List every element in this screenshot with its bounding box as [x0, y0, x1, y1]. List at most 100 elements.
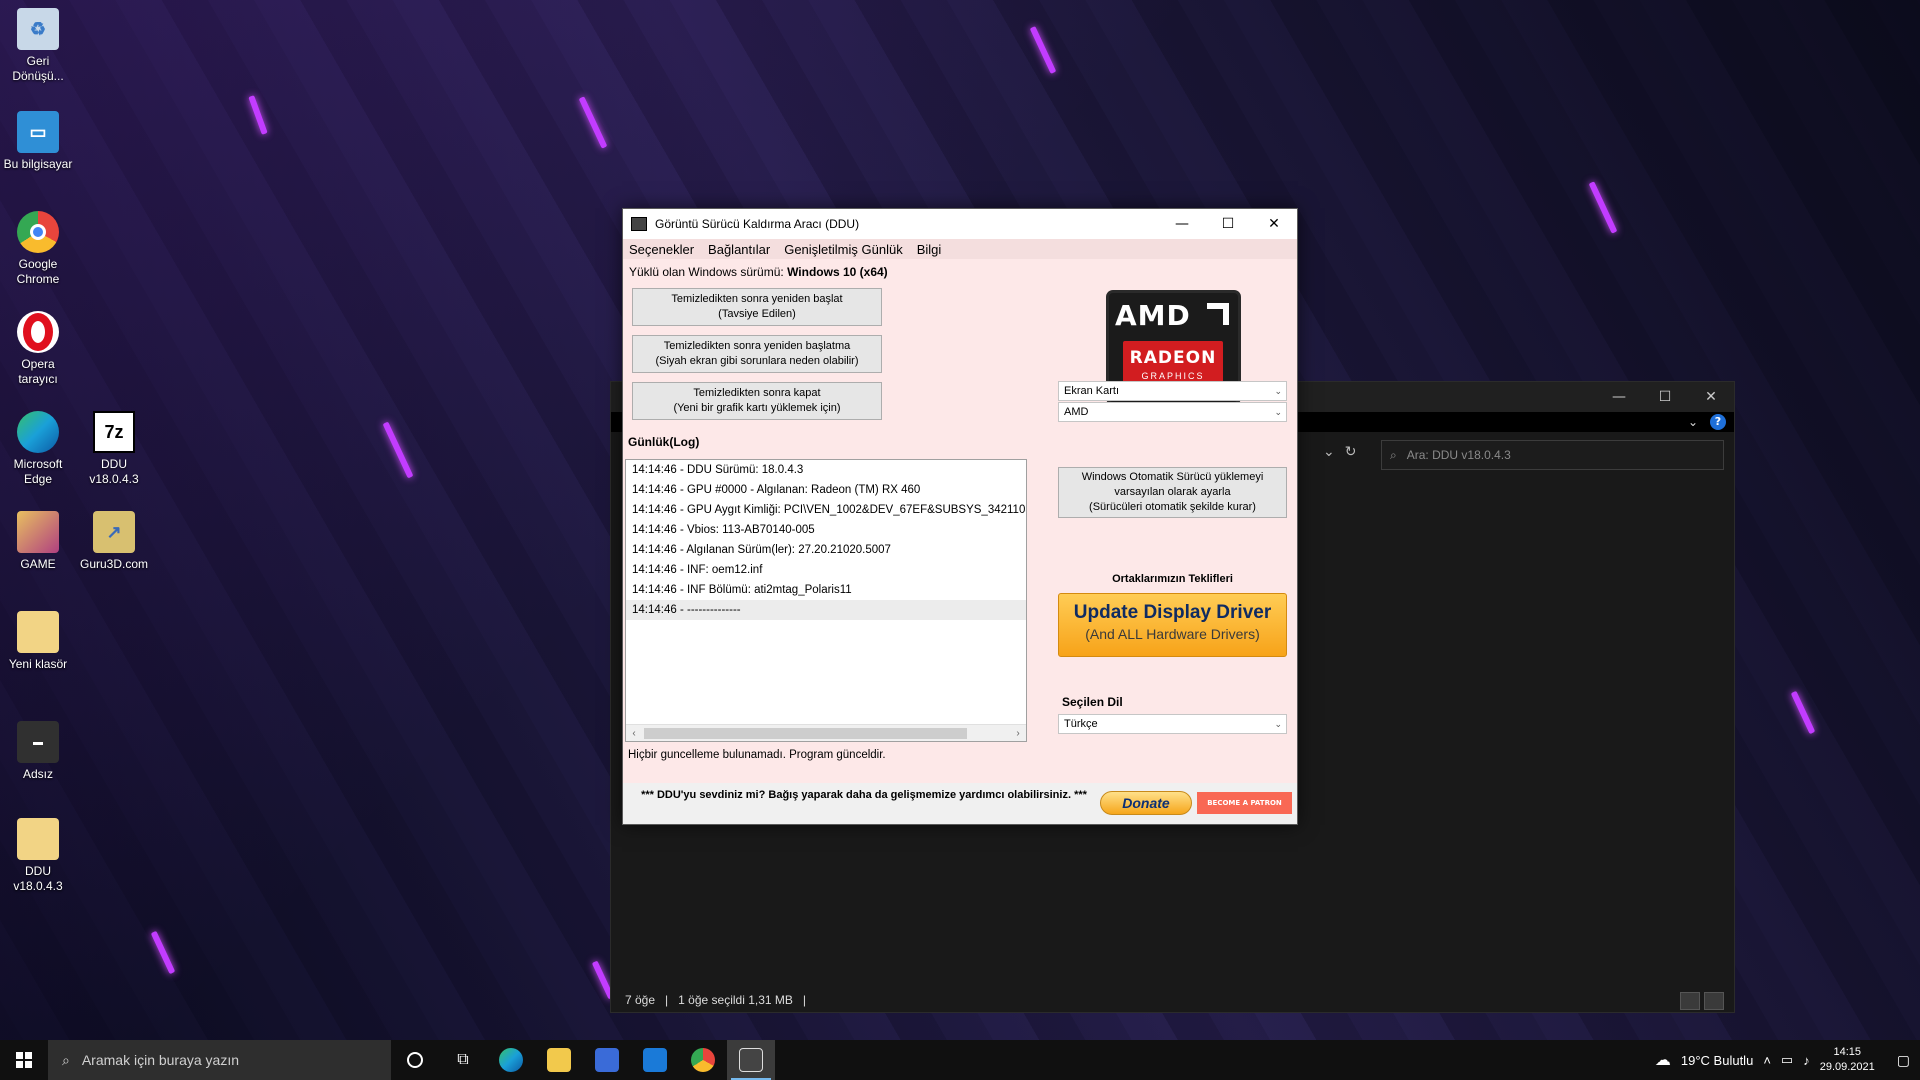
wallpaper-glow — [382, 421, 414, 479]
taskbar-file-explorer[interactable] — [535, 1040, 583, 1080]
update-display-driver-button[interactable]: Update Display Driver (And ALL Hardware … — [1058, 593, 1287, 657]
system-tray: ☁ 19°C Bulutlu ˄ ▭ ♪ 14:15 29.09.2021 ▢ — [1655, 1040, 1920, 1080]
folder-icon — [547, 1048, 571, 1072]
menu-links[interactable]: Bağlantılar — [708, 242, 770, 257]
cortana-button[interactable] — [391, 1040, 439, 1080]
window-title: Görüntü Sürücü Kaldırma Aracı (DDU) — [655, 217, 860, 231]
clean-no-restart-button[interactable]: Temizledikten sonra yeniden başlatma (Si… — [632, 335, 882, 373]
maximize-icon[interactable]: ☐ — [1642, 389, 1688, 405]
volume-icon[interactable]: ♪ — [1803, 1053, 1810, 1068]
desktop-icon-recycle-bin[interactable]: ♻ Geri Dönüşü... — [0, 8, 76, 84]
scroll-left-icon[interactable]: ‹ — [626, 725, 642, 741]
update-status: Hiçbir guncelleme bulunamadı. Program gü… — [628, 749, 886, 761]
clock-time: 14:15 — [1833, 1046, 1861, 1058]
windows-logo-icon — [16, 1052, 32, 1068]
desktop-icon-ddu-archive[interactable]: 7z DDU v18.0.4.3 — [76, 411, 152, 487]
log-entry[interactable]: 14:14:46 - -------------- — [626, 600, 1026, 620]
maximize-icon[interactable]: ☐ — [1205, 216, 1251, 232]
device-type-select[interactable]: Ekran Kartı ⌄ — [1058, 381, 1287, 401]
minimize-icon[interactable]: — — [1159, 216, 1205, 232]
shortcut-icon: ↗ — [93, 511, 135, 553]
network-icon[interactable]: ▭ — [1781, 1052, 1793, 1068]
patreon-button[interactable]: BECOME A PATRON — [1197, 792, 1292, 814]
ddu-titlebar: Görüntü Sürücü Kaldırma Aracı (DDU) — ☐ … — [623, 209, 1297, 239]
folder-icon — [17, 611, 59, 653]
desktop-icon-opera[interactable]: Opera tarayıcı — [0, 311, 76, 387]
desktop-icon-untitled[interactable]: ▬ Adsız — [0, 721, 76, 782]
log-list[interactable]: 14:14:46 - DDU Sürümü: 18.0.4.3 14:14:46… — [625, 459, 1027, 742]
task-view-icon: ⧉ — [457, 1051, 469, 1068]
donation-footer: *** DDU'yu sevdiniz mi? Bağış yaparak da… — [623, 783, 1297, 824]
wallpaper-glow — [1588, 181, 1618, 234]
explorer-search-input[interactable]: ⌕ Ara: DDU v18.0.4.3 — [1381, 440, 1724, 470]
close-icon[interactable]: ✕ — [1688, 389, 1734, 405]
taskbar-mail[interactable] — [631, 1040, 679, 1080]
donation-message: *** DDU'yu sevdiniz mi? Bağış yaparak da… — [641, 789, 1087, 801]
taskbar-chrome[interactable] — [679, 1040, 727, 1080]
tiles-view-icon[interactable] — [1704, 992, 1724, 1010]
log-label: Günlük(Log) — [628, 435, 700, 449]
dropdown-icon[interactable]: ⌄ — [1323, 444, 1335, 460]
log-entry[interactable]: 14:14:46 - GPU #0000 - Algılanan: Radeon… — [626, 480, 1026, 500]
folder-icon — [17, 818, 59, 860]
log-entry[interactable]: 14:14:46 - INF: oem12.inf — [626, 560, 1026, 580]
view-toggle — [1680, 992, 1724, 1010]
details-view-icon[interactable] — [1680, 992, 1700, 1010]
donate-button[interactable]: Donate — [1100, 791, 1192, 815]
desktop-icon-new-folder[interactable]: Yeni klasör — [0, 611, 76, 672]
scrollbar-thumb[interactable] — [644, 728, 967, 739]
menu-options[interactable]: Seçenekler — [629, 242, 694, 257]
chevron-down-icon[interactable]: ⌄ — [1688, 415, 1698, 429]
help-icon[interactable]: ? — [1710, 414, 1726, 430]
desktop-icon-guru3d[interactable]: ↗ Guru3D.com — [76, 511, 152, 572]
clean-and-restart-button[interactable]: Temizledikten sonra yeniden başlat (Tavs… — [632, 288, 882, 326]
chevron-up-icon[interactable]: ˄ — [1763, 1053, 1771, 1068]
language-select[interactable]: Türkçe ⌄ — [1058, 714, 1287, 734]
windows-version-line: Yüklü olan Windows sürümü: Windows 10 (x… — [629, 265, 888, 279]
store-icon — [595, 1048, 619, 1072]
ddu-app-icon — [739, 1048, 763, 1072]
log-entry[interactable]: 14:14:46 - DDU Sürümü: 18.0.4.3 — [626, 460, 1026, 480]
desktop-icon-ddu-folder[interactable]: DDU v18.0.4.3 — [0, 818, 76, 894]
desktop-icon-game[interactable]: GAME — [0, 511, 76, 572]
minimize-icon[interactable]: — — [1596, 389, 1642, 405]
log-entry[interactable]: 14:14:46 - INF Bölümü: ati2mtag_Polaris1… — [626, 580, 1026, 600]
log-entry[interactable]: 14:14:46 - GPU Aygıt Kimliği: PCI\VEN_10… — [626, 500, 1026, 520]
desktop-icon-this-pc[interactable]: ▭ Bu bilgisayar — [0, 111, 76, 172]
opera-icon — [17, 311, 59, 353]
start-button[interactable] — [0, 1040, 48, 1080]
chevron-down-icon: ⌄ — [1274, 407, 1282, 417]
log-entry[interactable]: 14:14:46 - Vbios: 113-AB70140-005 — [626, 520, 1026, 540]
windows-auto-driver-button[interactable]: Windows Otomatik Sürücü yüklemeyi varsay… — [1058, 467, 1287, 518]
menu-info[interactable]: Bilgi — [917, 242, 942, 257]
wallpaper-glow — [150, 930, 176, 975]
ddu-window[interactable]: Görüntü Sürücü Kaldırma Aracı (DDU) — ☐ … — [622, 208, 1298, 825]
taskbar-search-input[interactable]: ⌕ Aramak için buraya yazın — [48, 1040, 391, 1080]
refresh-icon[interactable]: ↻ — [1345, 444, 1357, 460]
horizontal-scrollbar[interactable]: ‹ › — [626, 724, 1026, 741]
chrome-icon — [17, 211, 59, 253]
chevron-down-icon: ⌄ — [1274, 386, 1282, 396]
notification-icon[interactable]: ▢ — [1885, 1052, 1910, 1069]
scroll-right-icon[interactable]: › — [1010, 725, 1026, 741]
menu-extended-log[interactable]: Genişletilmiş Günlük — [784, 242, 903, 257]
partners-label: Ortaklarımızın Teklifleri — [1112, 573, 1233, 585]
desktop-icon-edge[interactable]: Microsoft Edge — [0, 411, 76, 487]
taskbar-ddu[interactable] — [727, 1040, 775, 1080]
log-entry[interactable]: 14:14:46 - Algılanan Sürüm(ler): 27.20.2… — [626, 540, 1026, 560]
taskbar-edge[interactable] — [487, 1040, 535, 1080]
clock[interactable]: 14:15 29.09.2021 — [1820, 1045, 1875, 1075]
vendor-select[interactable]: AMD ⌄ — [1058, 402, 1287, 422]
explorer-status-bar: 7 öğe | 1 öğe seçildi 1,31 MB | — [611, 988, 1734, 1012]
clean-and-shutdown-button[interactable]: Temizledikten sonra kapat (Yeni bir graf… — [632, 382, 882, 420]
desktop-icon-chrome[interactable]: Google Chrome — [0, 211, 76, 287]
mail-icon — [643, 1048, 667, 1072]
task-view-button[interactable]: ⧉ — [439, 1040, 487, 1080]
wallpaper-glow — [1790, 690, 1816, 735]
close-icon[interactable]: ✕ — [1251, 216, 1297, 232]
ddu-client-area: Yüklü olan Windows sürümü: Windows 10 (x… — [623, 259, 1297, 824]
document-icon: ▬ — [17, 721, 59, 763]
taskbar-store[interactable] — [583, 1040, 631, 1080]
weather-text[interactable]: 19°C Bulutlu — [1681, 1053, 1753, 1068]
selection-info: 1 öğe seçildi 1,31 MB — [678, 993, 793, 1007]
